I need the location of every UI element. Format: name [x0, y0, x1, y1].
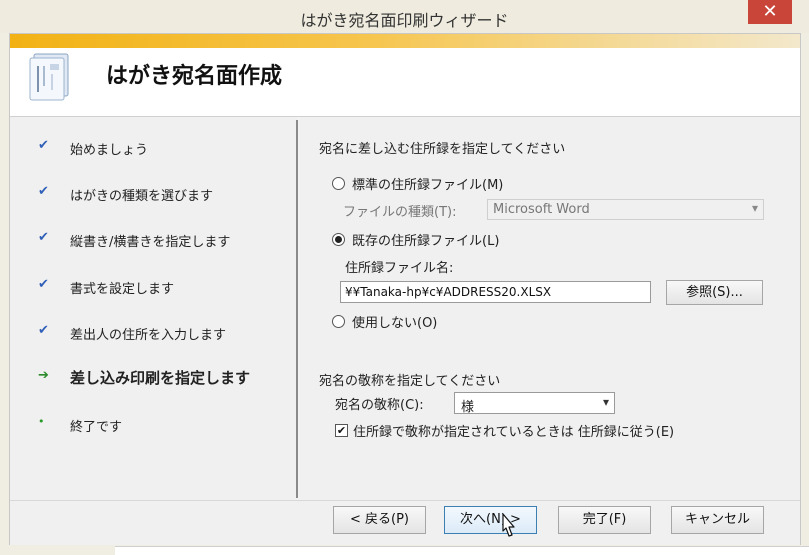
step-label: 書式を設定します	[70, 282, 175, 297]
follow-address-book-checkbox[interactable]: ✔	[335, 424, 348, 437]
step-label: 差出人の住所を入力します	[70, 328, 227, 343]
step-label: はがきの種類を選びます	[70, 189, 214, 204]
step-mail-merge: ➔ 差し込み印刷を指定します	[10, 366, 297, 390]
page-title: はがき宛名面作成	[106, 64, 283, 89]
chevron-down-icon: ▾	[602, 395, 609, 409]
check-icon: ✔	[38, 230, 49, 245]
cancel-button[interactable]: キャンセル	[671, 506, 764, 534]
file-type-select[interactable]: Microsoft Word ▾	[487, 199, 764, 220]
finish-button[interactable]: 完了(F)	[558, 506, 651, 534]
wizard-footer: < 戻る(P) 次へ(N) > 完了(F) キャンセル	[10, 500, 800, 545]
step-format: ✔ 書式を設定します	[10, 275, 297, 299]
check-icon: ✔	[38, 138, 49, 153]
browse-button[interactable]: 参照(S)...	[666, 280, 763, 305]
file-name-input[interactable]: ¥¥Tanaka-hp¥c¥ADDRESS20.XLSX	[340, 281, 651, 303]
address-heading: 宛名に差し込む住所録を指定してください	[319, 142, 566, 157]
honorific-value: 様	[461, 400, 475, 415]
mouse-pointer-icon	[502, 513, 515, 537]
next-button[interactable]: 次へ(N) >	[444, 506, 537, 534]
step-label: 差し込み印刷を指定します	[70, 369, 251, 387]
honorific-select[interactable]: 様 ▾	[454, 392, 615, 415]
wizard-content: 宛名に差し込む住所録を指定してください 標準の住所録ファイル(M) ファイルの種…	[300, 117, 800, 500]
step-label: 縦書き/横書きを指定します	[70, 235, 231, 250]
header-accent-bar	[10, 34, 800, 48]
step-finish: • 終了です	[10, 413, 297, 437]
follow-address-book-label[interactable]: 住所録で敬称が指定されているときは 住所録に従う(E)	[353, 421, 674, 440]
radio-existing-file[interactable]	[332, 233, 345, 246]
step-start: ✔ 始めましょう	[10, 136, 297, 160]
file-type-label: ファイルの種類(T):	[343, 205, 457, 220]
check-icon: ✔	[38, 323, 49, 338]
radio-none[interactable]	[332, 315, 345, 328]
step-card-type: ✔ はがきの種類を選びます	[10, 182, 297, 206]
arrow-right-icon: ➔	[38, 368, 49, 383]
bullet-icon: •	[38, 415, 45, 428]
radio-existing-label[interactable]: 既存の住所録ファイル(L)	[352, 230, 499, 249]
title-bar: はがき宛名面印刷ウィザード ✕	[0, 0, 809, 33]
close-button[interactable]: ✕	[748, 0, 792, 24]
postcard-icon	[29, 53, 69, 101]
step-sender: ✔ 差出人の住所を入力します	[10, 321, 297, 345]
sidebar-divider	[296, 120, 298, 498]
radio-standard-label[interactable]: 標準の住所録ファイル(M)	[352, 174, 503, 193]
file-name-value: ¥¥Tanaka-hp¥c¥ADDRESS20.XLSX	[345, 285, 552, 299]
check-icon: ✔	[38, 277, 49, 292]
check-icon: ✔	[38, 184, 49, 199]
step-label: 終了です	[70, 420, 123, 435]
file-name-label: 住所録ファイル名:	[345, 261, 454, 276]
window-title: はがき宛名面印刷ウィザード	[300, 11, 509, 30]
wizard-steps: ✔ 始めましょう ✔ はがきの種類を選びます ✔ 縦書き/横書きを指定します ✔…	[10, 117, 297, 500]
file-type-value: Microsoft Word	[493, 202, 590, 217]
honorific-label: 宛名の敬称(C):	[335, 398, 424, 413]
step-label: 始めましょう	[70, 143, 149, 158]
radio-standard-file[interactable]	[332, 177, 345, 190]
honorific-heading: 宛名の敬称を指定してください	[319, 374, 501, 389]
radio-none-label[interactable]: 使用しない(O)	[352, 312, 437, 331]
wizard-header: はがき宛名面作成	[10, 34, 800, 117]
back-button[interactable]: < 戻る(P)	[333, 506, 426, 534]
step-orientation: ✔ 縦書き/横書きを指定します	[10, 228, 297, 252]
chevron-down-icon: ▾	[751, 201, 758, 215]
